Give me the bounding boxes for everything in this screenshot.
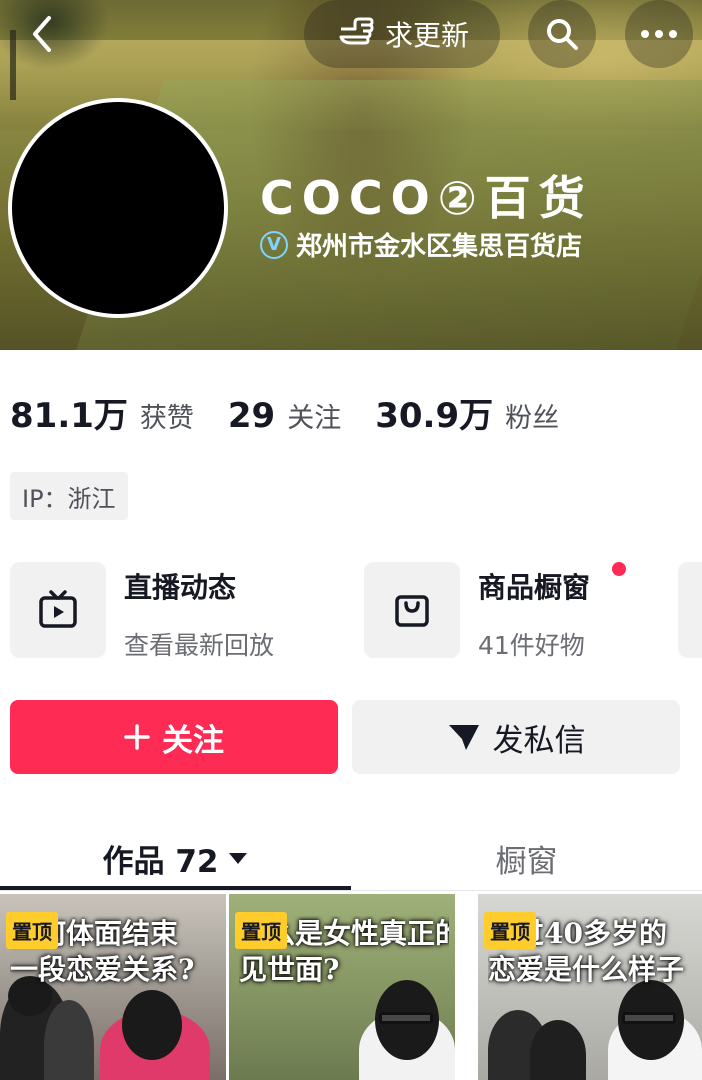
tab-works[interactable]: 作品 72 [0,826,351,890]
paper-plane-icon [448,725,479,750]
avatar[interactable] [8,98,228,318]
followers-label: 粉丝 [505,403,560,434]
chevron-left-icon [33,16,51,52]
person-figure [530,1020,586,1080]
tv-icon [39,590,77,628]
pointing-hand-icon [339,17,374,45]
glasses-icon [622,1012,676,1024]
follow-button[interactable]: 关注 [10,700,338,774]
send-message-button[interactable]: 发私信 [352,700,680,774]
tab-divider [0,890,702,891]
follow-label: 关注 [162,722,224,759]
video-thumbnail[interactable]: 年过40多岁的 恋爱是什么样子 置顶 [478,894,702,1080]
next-card-peek[interactable] [678,562,702,658]
notification-dot [612,562,626,576]
search-button[interactable] [528,0,596,68]
request-update-button[interactable]: 求更新 [304,0,500,68]
following-label: 关注 [287,403,342,434]
shop-window-subtitle: 41件好物 [478,631,585,660]
shop-window-title[interactable]: 商品橱窗 [478,566,590,606]
shopping-bag-icon [395,595,429,627]
video-caption-line: 恋爱是什么样子 [488,953,685,986]
ip-location-tag: IP：浙江 [10,472,128,520]
stats-row: 81.1万 获赞 29 关注 30.9万 粉丝 [10,388,593,437]
plus-icon [124,724,150,750]
pinned-badge: 置顶 [484,912,536,949]
likes-count[interactable]: 81.1万 [10,388,128,437]
shop-window-card[interactable] [364,562,460,658]
pinned-badge: 置顶 [6,912,58,949]
likes-label: 获赞 [139,403,194,434]
verified-badge-icon: V [260,230,288,259]
back-button[interactable] [8,0,76,68]
live-feed-card[interactable] [10,562,106,658]
request-update-label: 求更新 [384,19,469,52]
search-icon [547,19,578,50]
video-thumbnail[interactable]: 什么是女性真正的 见世面? 置顶 [229,894,455,1080]
send-message-label: 发私信 [492,722,586,759]
caret-down-icon [229,853,248,864]
video-caption-line: 见世面? [239,953,340,986]
video-caption-line: 一段恋爱关系? [10,953,195,986]
person-hair [122,990,182,1060]
verification-text: 郑州市金水区集思百货店 [296,232,583,262]
tab-shop-window[interactable]: 橱窗 [351,826,702,890]
live-feed-title[interactable]: 直播动态 [124,566,236,606]
video-thumbnail[interactable]: 如何体面结束 一段恋爱关系? 置顶 [0,894,226,1080]
verification-row: V 郑州市金水区集思百货店 [260,226,582,263]
tab-works-label: 作品 72 [102,843,219,880]
pinned-badge: 置顶 [235,912,287,949]
tab-shop-window-label: 橱窗 [495,843,558,880]
glasses-icon [379,1012,433,1024]
person-figure [44,1000,94,1080]
more-options-button[interactable] [625,0,693,68]
live-feed-subtitle: 查看最新回放 [124,631,275,660]
followers-count[interactable]: 30.9万 [375,388,493,437]
following-count[interactable]: 29 [228,396,275,436]
profile-nickname: COCO②百货 [260,171,593,225]
more-dots-icon [641,30,677,38]
